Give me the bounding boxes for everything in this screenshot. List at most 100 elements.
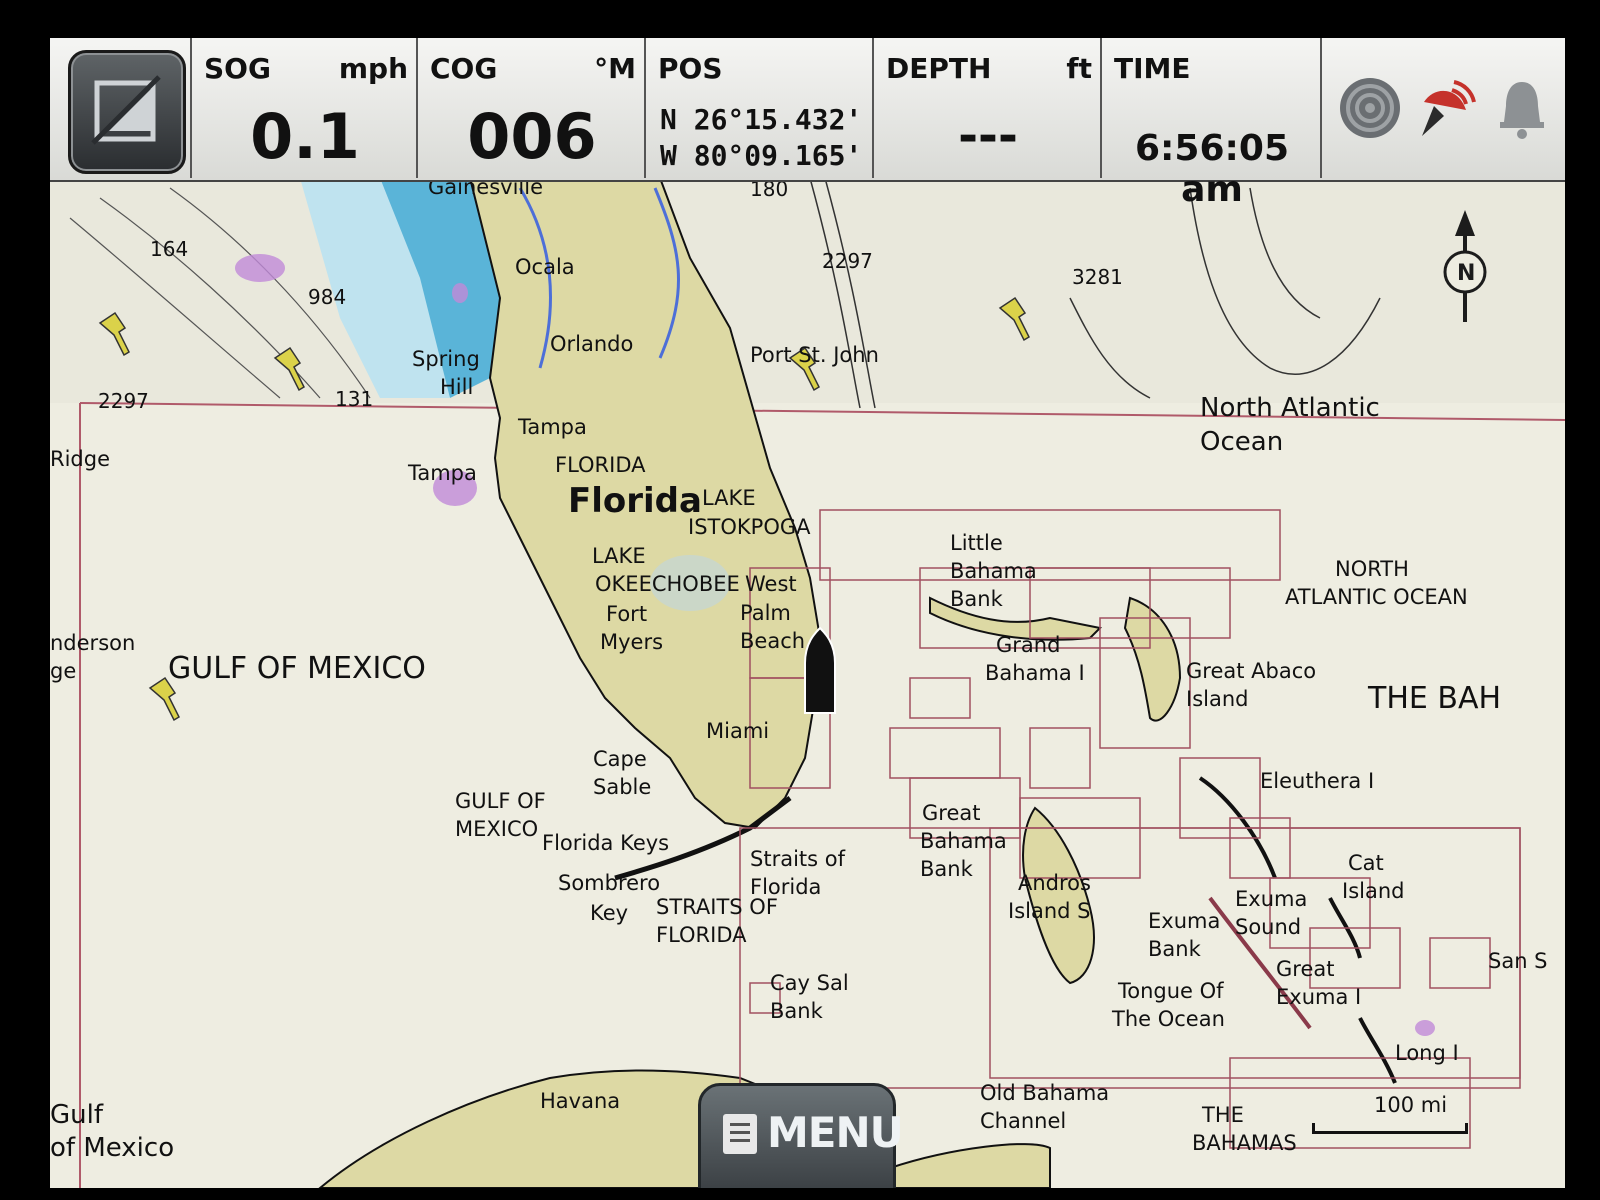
scale-bar-line [1312, 1123, 1468, 1134]
own-vessel-icon[interactable] [804, 626, 836, 714]
cog-label: COG [430, 52, 498, 85]
time-field[interactable]: TIME 6:56:05 am [1100, 38, 1322, 210]
radar-icon[interactable] [1338, 76, 1402, 140]
label-cape-sable: Sable [593, 775, 651, 799]
label-the-bahamas-large: THE BAH [1367, 681, 1501, 716]
label-old-bahama-channel: Channel [980, 1109, 1066, 1133]
label-grand-bahama-island: Bahama I [985, 661, 1085, 685]
label-lake-istokpoga: ISTOKPOGA [688, 515, 811, 539]
label-great-bahama-bank: Great [922, 801, 980, 825]
time-label: TIME [1114, 52, 1191, 85]
label-great-abaco-island: Island [1186, 687, 1248, 711]
label-lake-istokpoga: LAKE [702, 486, 756, 510]
depth-sounding: 3281 [1072, 265, 1123, 289]
scale-bar: 100 mi [1312, 1093, 1512, 1153]
label-tongue-of-the-ocean: The Ocean [1111, 1007, 1225, 1031]
label-cape-sable: Cape [593, 747, 647, 771]
label-anderson: nderson [50, 631, 135, 655]
label-old-bahama-channel: Old Bahama [980, 1081, 1109, 1105]
sog-unit: mph [338, 52, 408, 85]
label-orlando: Orlando [550, 332, 633, 356]
label-tongue-of-the-ocean: Tongue Of [1117, 979, 1224, 1003]
cog-field[interactable]: COG °M 006 [416, 38, 646, 178]
longitude-value: W 80°09.165' [660, 139, 863, 172]
instrument-data-bar: SOG mph 0.1 COG °M 006 POS N 26°15.432' … [50, 38, 1565, 210]
sog-value: 0.1 [250, 100, 360, 173]
label-lake-okeechobee: OKEECHOBEE [595, 572, 740, 596]
label-exuma-sound: Exuma [1235, 887, 1307, 911]
label-long-island: Long I [1395, 1041, 1459, 1065]
depth-sounding: 131 [335, 387, 373, 411]
label-great-bahama-bank: Bahama [920, 829, 1007, 853]
nautical-chart[interactable]: Gainesville Ocala Orlando Port St. John … [50, 38, 1565, 1188]
menu-button[interactable]: MENU [698, 1083, 904, 1188]
label-eleuthera-island: Eleuthera I [1260, 769, 1374, 793]
label-gulf-of-mexico-sw: Gulf [50, 1100, 104, 1130]
label-andros-island: Island S [1008, 899, 1090, 923]
label-cat-island: Island [1342, 879, 1404, 903]
label-great-exuma-island: Great [1276, 957, 1334, 981]
depth-field[interactable]: DEPTH ft --- [872, 38, 1102, 178]
depth-sounding: 164 [150, 237, 188, 261]
pos-field[interactable]: POS N 26°15.432' W 80°09.165' [644, 38, 874, 178]
sog-label: SOG [204, 52, 271, 85]
label-great-exuma-island: Exuma I [1276, 985, 1361, 1009]
menu-label: MENU [767, 1108, 904, 1157]
label-north-atlantic-ocean: North Atlantic [1200, 393, 1380, 423]
label-exuma-bank: Exuma [1148, 909, 1220, 933]
label-north-atlantic-ocean-caps: NORTH [1335, 557, 1409, 581]
label-cay-sal-bank: Cay Sal [770, 971, 849, 995]
label-tampa: Tampa [517, 415, 587, 439]
label-great-bahama-bank: Bank [920, 857, 974, 881]
compass-n-label: N [1457, 261, 1475, 286]
cog-value: 006 [467, 100, 597, 173]
pages-button[interactable] [68, 50, 186, 174]
label-gulf-of-mexico-sw: of Mexico [50, 1133, 174, 1163]
depth-label: DEPTH [886, 52, 992, 85]
label-great-abaco-island: Great Abaco [1186, 659, 1316, 683]
label-lake-okeechobee: LAKE [592, 544, 646, 568]
label-andros-island: Andros [1018, 871, 1091, 895]
depth-unit: ft [1066, 52, 1092, 85]
label-gulf-of-mexico-small: MEXICO [455, 817, 538, 841]
label-west-palm-beach: Beach [740, 629, 805, 653]
satellite-dish-icon[interactable] [1414, 76, 1478, 140]
label-havana: Havana [540, 1089, 620, 1113]
label-straits-of-florida-caps: STRAITS OF [656, 895, 778, 919]
chartplotter-screen: Gainesville Ocala Orlando Port St. John … [50, 38, 1565, 1188]
depth-sounding: 2297 [98, 389, 149, 413]
label-little-bahama-bank: Bank [950, 587, 1004, 611]
label-straits-of-florida-caps: FLORIDA [656, 923, 747, 947]
label-west-palm-beach: Palm [740, 601, 791, 625]
label-straits-of-florida: Straits of [750, 847, 846, 871]
label-spring-hill: Hill [440, 375, 473, 399]
label-west-palm-beach: West [745, 572, 797, 596]
status-icons [1320, 38, 1565, 178]
sog-field[interactable]: SOG mph 0.1 [190, 38, 418, 178]
label-north-atlantic-ocean-caps: ATLANTIC OCEAN [1285, 585, 1468, 609]
label-florida-state: FLORIDA [555, 453, 646, 477]
north-up-compass[interactable]: N [1430, 208, 1500, 328]
depth-sounding: 2297 [822, 249, 873, 273]
label-the-bahamas: THE [1201, 1103, 1244, 1127]
pos-label: POS [658, 52, 723, 85]
depth-value: --- [958, 108, 1018, 164]
alarm-bell-icon[interactable] [1490, 76, 1554, 140]
label-florida-keys: Florida Keys [542, 831, 669, 855]
label-port-st-john: Port St. John [750, 343, 879, 367]
label-the-bahamas: BAHAMAS [1192, 1131, 1297, 1155]
label-ocala: Ocala [515, 255, 575, 279]
time-value: 6:56:05 am [1134, 128, 1290, 210]
label-cay-sal-bank: Bank [770, 999, 824, 1023]
menu-icon [723, 1114, 757, 1154]
label-exuma-bank: Bank [1148, 937, 1202, 961]
label-sombrero-key: Key [590, 901, 628, 925]
label-gulf-of-mexico-small: GULF OF [455, 789, 546, 813]
label-exuma-sound: Sound [1235, 915, 1301, 939]
label-grand-bahama-island: Grand [996, 633, 1060, 657]
label-san-salvador: San S [1488, 949, 1548, 973]
pages-icon [91, 75, 161, 145]
latitude-value: N 26°15.432' [660, 103, 863, 136]
label-gulf-of-mexico: GULF OF MEXICO [168, 651, 426, 686]
label-florida: Florida [568, 481, 702, 521]
